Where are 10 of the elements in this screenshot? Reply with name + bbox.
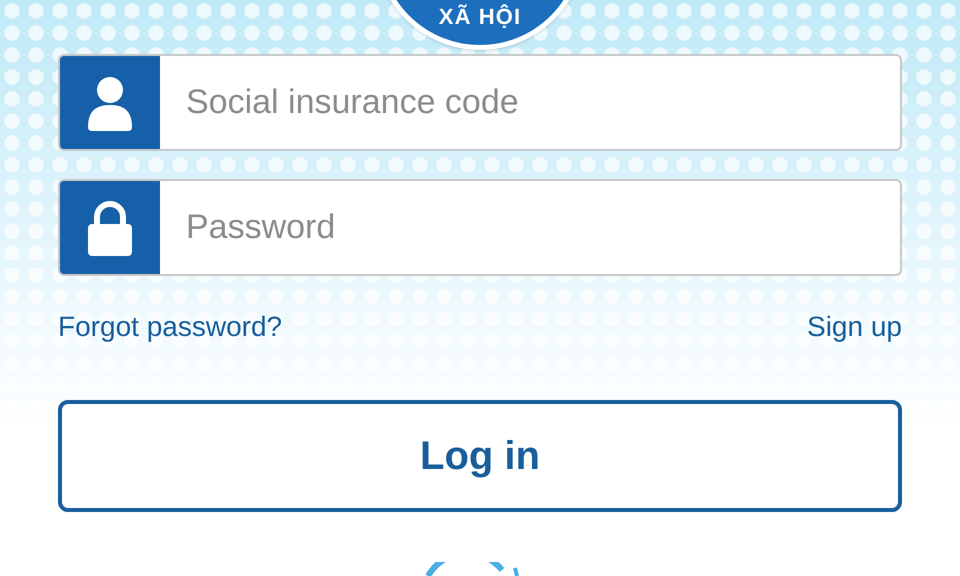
text-input[interactable]: Social insurance code (160, 56, 900, 149)
logo-text: XÃ HỘI (438, 3, 522, 31)
sign-up-link[interactable]: Sign up (807, 306, 902, 348)
login-field[interactable]: Social insurance code (58, 54, 902, 151)
text-input[interactable]: Password (160, 181, 900, 274)
login-field[interactable]: Password (58, 179, 902, 276)
login-button[interactable]: Log in (58, 400, 902, 512)
forgot-password-link[interactable]: Forgot password? (58, 306, 282, 348)
lock-icon (87, 200, 133, 256)
user-icon (86, 74, 134, 130)
